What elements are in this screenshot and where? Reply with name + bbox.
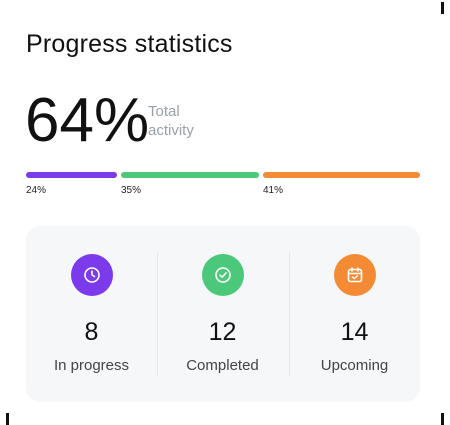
total-activity-value: 64%	[25, 86, 150, 155]
stats-panel: 8 In progress 12 Completed 14 Upcoming	[26, 226, 420, 402]
corner-mark	[6, 413, 9, 425]
calendar-icon	[333, 254, 376, 296]
clock-icon	[70, 254, 113, 296]
corner-mark	[441, 2, 444, 14]
progress-segment-orange	[263, 172, 420, 178]
corner-mark	[441, 413, 444, 425]
total-activity-label: Total activity	[148, 103, 194, 139]
progress-label: 24%	[26, 185, 47, 196]
stat-value: 14	[340, 318, 369, 346]
progress-label: 41%	[263, 185, 284, 196]
stat-value: 12	[208, 318, 237, 346]
card-title: Progress statistics	[26, 30, 233, 58]
stat-value: 8	[84, 318, 99, 346]
progress-segment-purple	[26, 172, 117, 178]
stat-label: In progress	[53, 357, 130, 374]
stat-label: Upcoming	[320, 357, 389, 374]
check-circle-icon	[201, 254, 244, 296]
stat-in-progress: 8 In progress	[26, 226, 157, 402]
stat-upcoming: 14 Upcoming	[289, 226, 420, 402]
stat-label: Completed	[186, 357, 259, 374]
progress-label: 35%	[121, 185, 142, 196]
progress-segment-green	[121, 172, 259, 178]
progress-statistics-card: Progress statistics 64% Total activity 2…	[0, 0, 450, 425]
stat-completed: 12 Completed	[157, 226, 288, 402]
